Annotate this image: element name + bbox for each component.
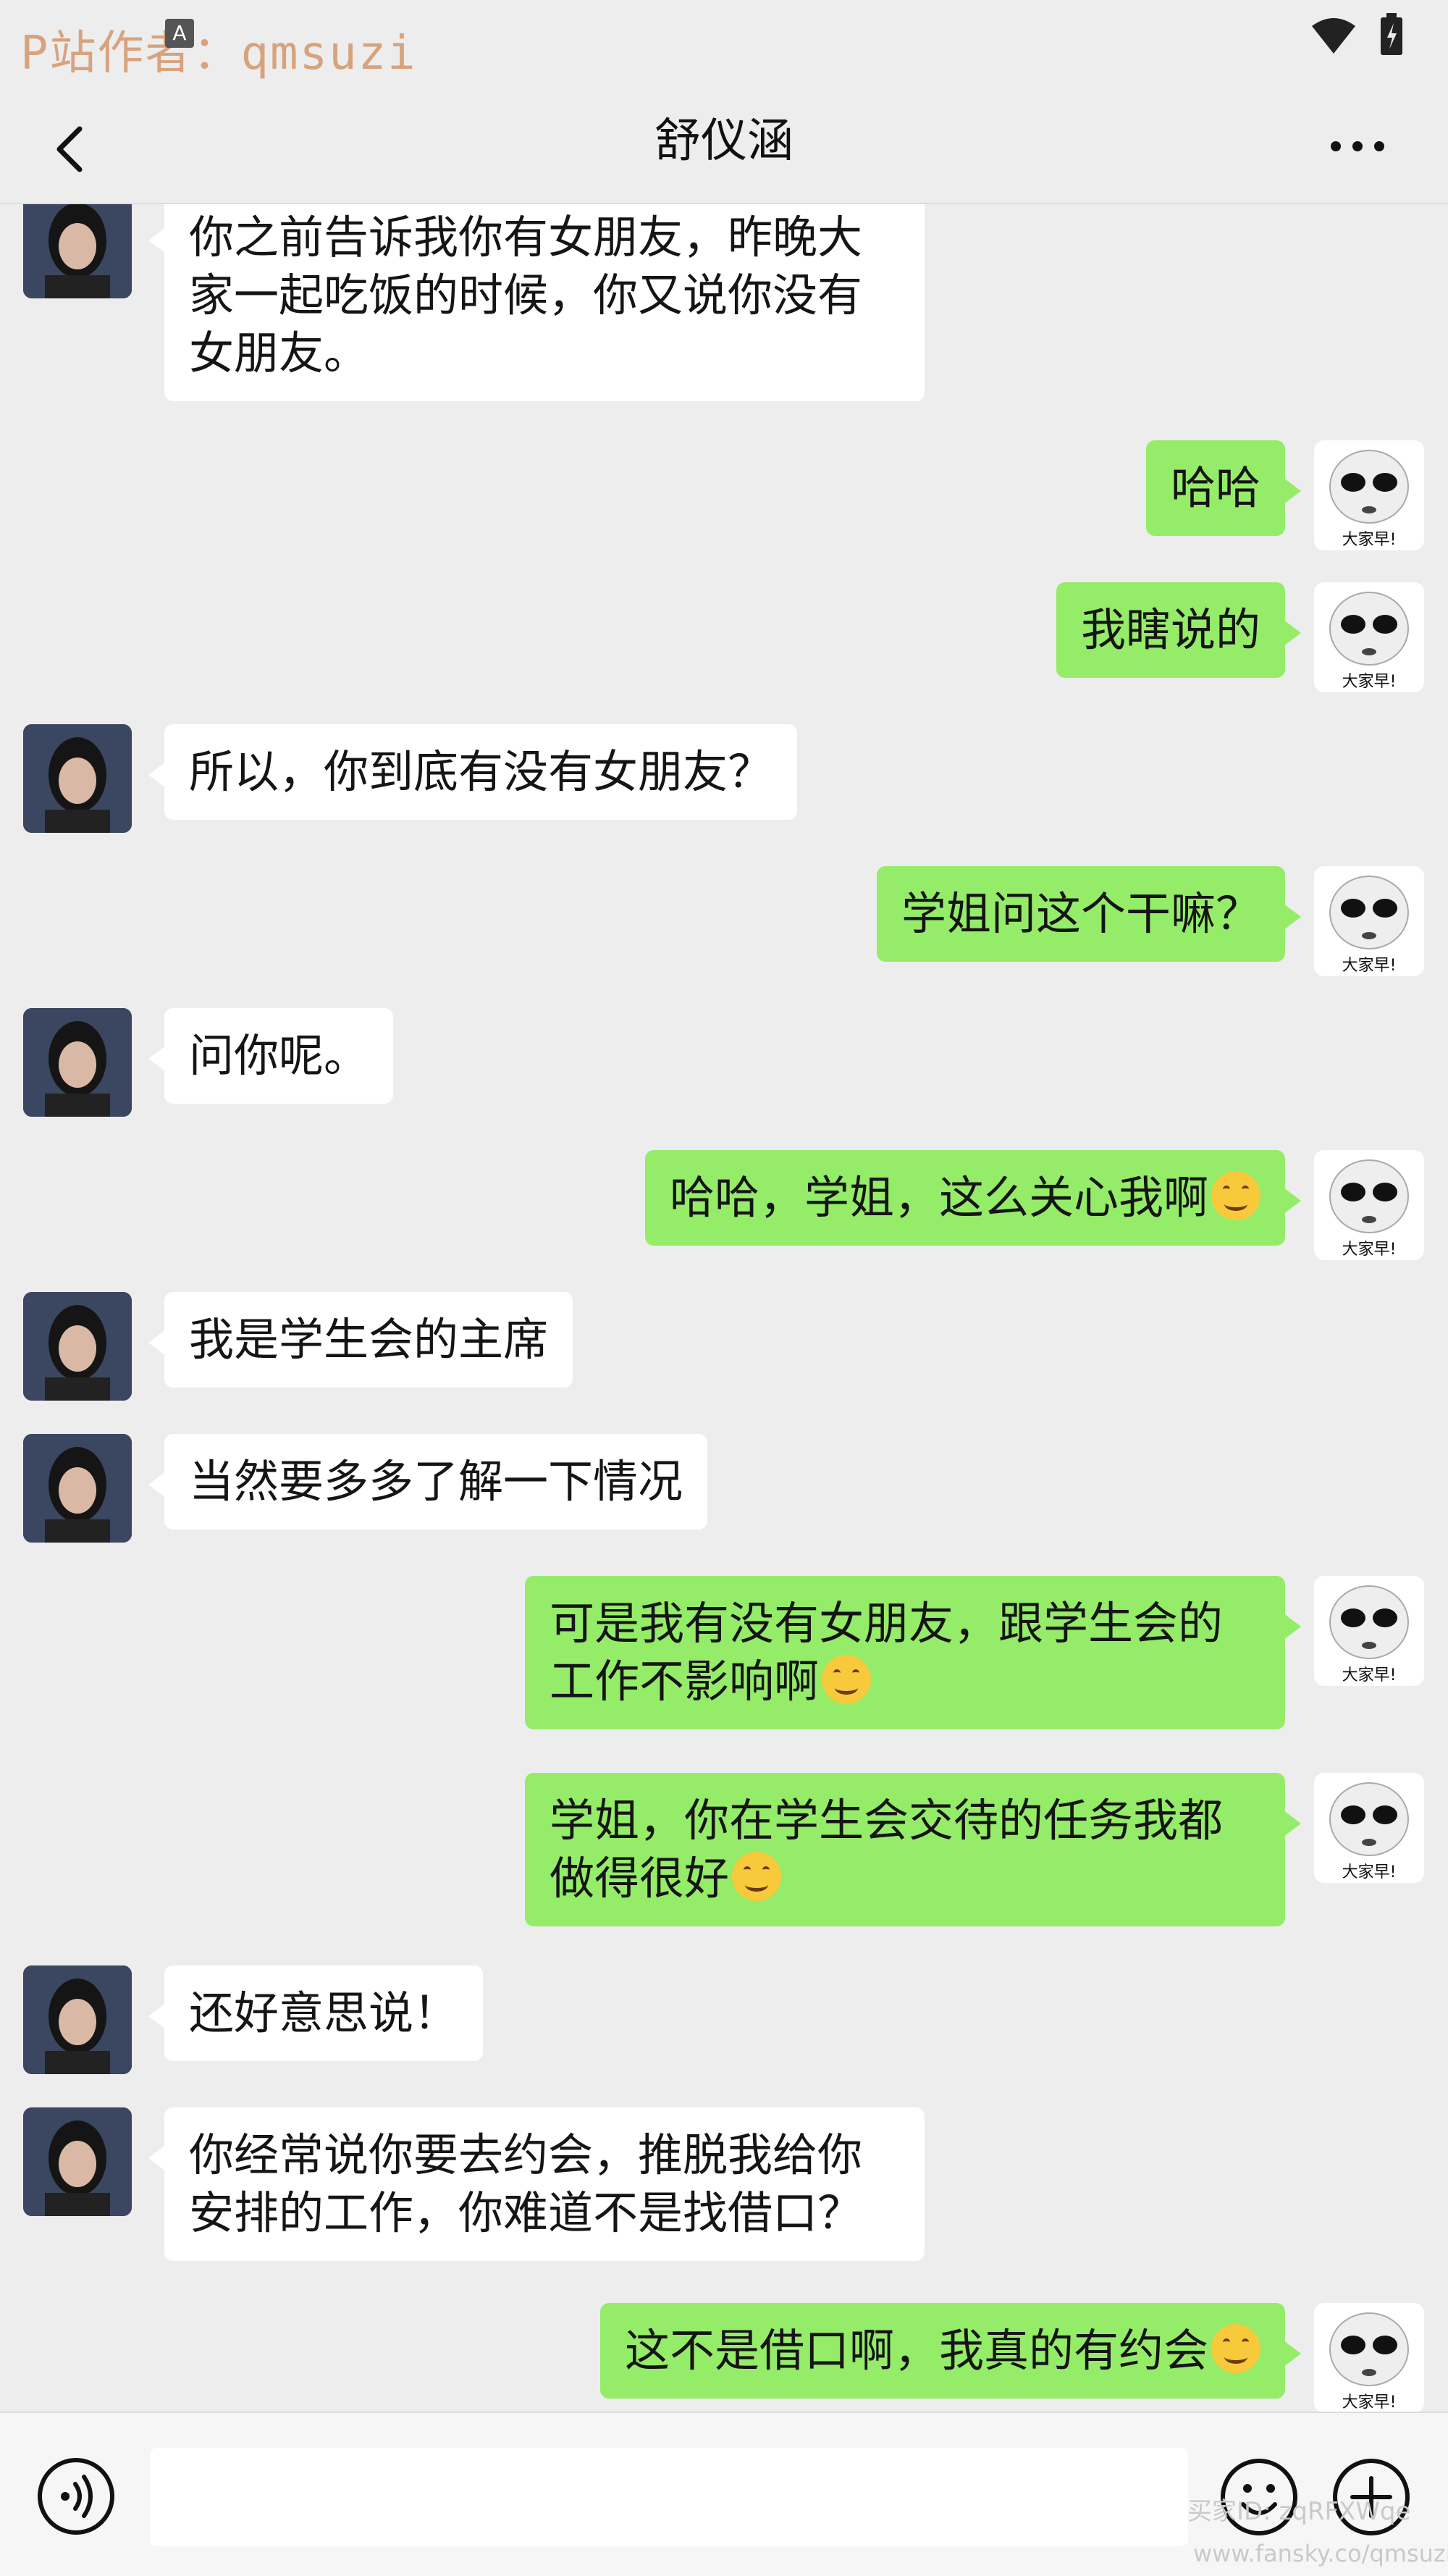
battery-icon (1381, 13, 1402, 55)
status-bar: P站作者：qmsuzi A (0, 0, 1448, 101)
self-avatar[interactable]: 大家早! (1314, 582, 1424, 692)
incoming-message: 我是学生会的主席 (148, 1292, 573, 1388)
contact-avatar[interactable] (23, 724, 132, 833)
laughing-emoji-icon (1211, 1171, 1260, 1220)
outgoing-message: 哈哈，学姐，这么关心我啊 (644, 1150, 1302, 1246)
chat-title: 舒仪涵 (654, 114, 794, 168)
svg-text:大家早!: 大家早! (1342, 957, 1397, 975)
incoming-message: 你经常说你要去约会，推脱我给你 安排的工作，你难道不是找借口？ (148, 2107, 925, 2261)
self-avatar[interactable]: 大家早! (1314, 866, 1424, 976)
contact-avatar[interactable] (23, 1008, 132, 1117)
svg-text:大家早!: 大家早! (1342, 531, 1397, 549)
voice-icon[interactable] (36, 2457, 116, 2536)
chat-header: 舒仪涵 (0, 101, 1448, 204)
message-list[interactable]: 你之前告诉我你有女朋友，昨晚大 家一起吃饭的时候，你又说你没有 女朋友。 哈哈 … (0, 204, 1448, 2412)
self-avatar[interactable]: 大家早! (1314, 2303, 1424, 2412)
contact-avatar[interactable] (23, 204, 132, 298)
incoming-message: 当然要多多了解一下情况 (148, 1434, 708, 1530)
incoming-message: 你之前告诉我你有女朋友，昨晚大 家一起吃饭的时候，你又说你没有 女朋友。 (148, 204, 925, 401)
watermark-badge: A (165, 19, 194, 48)
outgoing-message: 哈哈 (1145, 440, 1302, 536)
incoming-message: 所以，你到底有没有女朋友？ (148, 724, 798, 820)
smile-emoji-icon (822, 1655, 872, 1704)
self-avatar[interactable]: 大家早! (1314, 1150, 1424, 1260)
ellipsis-icon[interactable] (1325, 123, 1390, 167)
contact-avatar[interactable] (23, 2107, 132, 2216)
outgoing-message: 可是我有没有女朋友，跟学生会的 工作不影响啊 (525, 1576, 1301, 1729)
outgoing-message: 学姐问这个干嘛？ (876, 866, 1302, 962)
message-text: 学姐，你在学生会交待的任务我都 做得很好 (550, 1794, 1224, 1905)
svg-text:大家早!: 大家早! (1342, 1863, 1397, 1881)
author-watermark: P站作者：qmsuzi (20, 27, 417, 80)
message-input[interactable] (150, 2448, 1188, 2546)
self-avatar[interactable]: 大家早! (1314, 1576, 1424, 1686)
svg-text:大家早!: 大家早! (1342, 2394, 1397, 2412)
smile-emoji-icon (732, 1852, 782, 1901)
contact-avatar[interactable] (23, 1434, 132, 1543)
wifi-icon (1312, 18, 1355, 54)
outgoing-message: 学姐，你在学生会交待的任务我都 做得很好 (525, 1773, 1301, 1926)
outgoing-message: 这不是借口啊，我真的有约会 (599, 2303, 1302, 2399)
message-text: 这不是借口啊，我真的有约会 (624, 2324, 1208, 2377)
incoming-message: 问你呢。 (148, 1008, 394, 1104)
svg-text:大家早!: 大家早! (1342, 673, 1397, 691)
message-text: 可是我有没有女朋友，跟学生会的 工作不影响啊 (550, 1597, 1224, 1708)
svg-text:大家早!: 大家早! (1342, 1666, 1397, 1685)
contact-avatar[interactable] (23, 1965, 132, 2074)
self-avatar[interactable]: 大家早! (1314, 1773, 1424, 1883)
message-text: 哈哈，学姐，这么关心我啊 (669, 1171, 1208, 1224)
laughing-tears-emoji-icon (1211, 2324, 1260, 2373)
svg-text:大家早!: 大家早! (1342, 1241, 1397, 1259)
self-avatar[interactable]: 大家早! (1314, 440, 1424, 550)
incoming-message: 还好意思说！ (148, 1965, 484, 2061)
contact-avatar[interactable] (23, 1292, 132, 1401)
outgoing-message: 我瞎说的 (1056, 582, 1302, 678)
site-watermark: www.fansky.co/qmsuzi (1193, 2540, 1448, 2567)
buyer-watermark: 买家ID: zqRFXWqe (1187, 2497, 1411, 2526)
